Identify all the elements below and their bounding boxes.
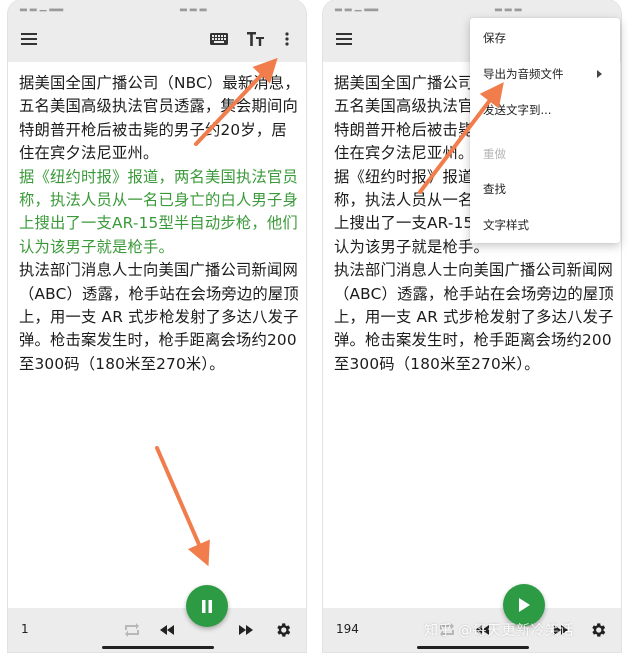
hamburger-icon[interactable]: [332, 27, 356, 51]
top-toolbar: [8, 16, 306, 62]
paragraph-3: 执法部门消息人士向美国广播公司新闻网（ABC）透露，枪手站在会场旁边的屋顶上，用…: [334, 261, 614, 373]
paragraph-2-highlighted: 据《纽约时报》报道，两名美国执法官员称，执法人员从一名已身亡的白人男子身上搜出了…: [19, 167, 298, 256]
reader-content[interactable]: 据美国全国广播公司（NBC）最新消息，五名美国高级执法官员透露，集会期间向特朗普…: [8, 62, 306, 608]
paragraph-1: 据美国全国广播公司（NBC）最新消息，五名美国高级执法官员透露，集会期间向特朗普…: [19, 74, 300, 163]
play-icon: [518, 598, 530, 612]
rewind-icon[interactable]: [156, 619, 178, 641]
menu-item-send-text[interactable]: 发送文字到...: [470, 92, 620, 128]
paragraph-3: 执法部门消息人士向美国广播公司新闻网（ABC）透露，枪手站在会场旁边的屋顶上，用…: [19, 261, 299, 373]
left-screen: ▂ ▂ ▁ ▂▂ ▂ ▂ ▂ 据美国全国广播公司（NBC）最新消息，五名美国高级…: [7, 0, 307, 653]
menu-item-export-audio-label: 导出为音频文件: [483, 67, 564, 81]
overflow-menu: 保存 导出为音频文件 发送文字到... 重做 查找 文字样式: [470, 18, 620, 243]
status-icons-center: ▂ ▂ ▂: [495, 2, 522, 12]
repeat-icon[interactable]: [121, 619, 143, 641]
status-bar: ▂ ▂ ▁ ▂▂ ▂ ▂ ▂: [8, 0, 306, 16]
menu-item-export-audio[interactable]: 导出为音频文件: [470, 56, 620, 92]
keyboard-icon[interactable]: [207, 27, 231, 51]
gesture-bar: [417, 646, 529, 649]
position-counter: 1: [21, 622, 29, 636]
pause-button[interactable]: [186, 585, 228, 627]
pause-icon: [201, 599, 213, 613]
menu-item-text-style[interactable]: 文字样式: [470, 207, 620, 243]
text-size-icon[interactable]: [244, 27, 268, 51]
watermark: 知乎 @每天更新冷笑话: [424, 623, 574, 639]
gear-icon[interactable]: [587, 619, 609, 641]
status-icons-center: ▂ ▂ ▂: [180, 2, 207, 12]
gesture-bar: [102, 646, 214, 649]
menu-item-redo: 重做: [483, 147, 506, 161]
gear-icon[interactable]: [272, 619, 294, 641]
menu-item-find[interactable]: 查找: [470, 171, 620, 207]
status-bar: ▂ ▂ ▁ ▂▂ ▂ ▂ ▂: [323, 0, 621, 16]
fast-forward-icon[interactable]: [235, 619, 257, 641]
hamburger-icon[interactable]: [17, 27, 41, 51]
status-icons: ▂ ▂ ▁ ▂▂: [20, 2, 64, 12]
more-vert-icon[interactable]: [275, 27, 299, 51]
submenu-arrow-icon: [597, 70, 602, 78]
position-counter: 194: [336, 622, 359, 636]
playback-bar: 1: [8, 608, 306, 652]
status-icons: ▂ ▂ ▁ ▂▂: [335, 2, 379, 12]
menu-item-save[interactable]: 保存: [470, 20, 620, 56]
article-text: 据美国全国广播公司（NBC）最新消息，五名美国高级执法官员透露，集会期间向特朗普…: [19, 72, 300, 376]
